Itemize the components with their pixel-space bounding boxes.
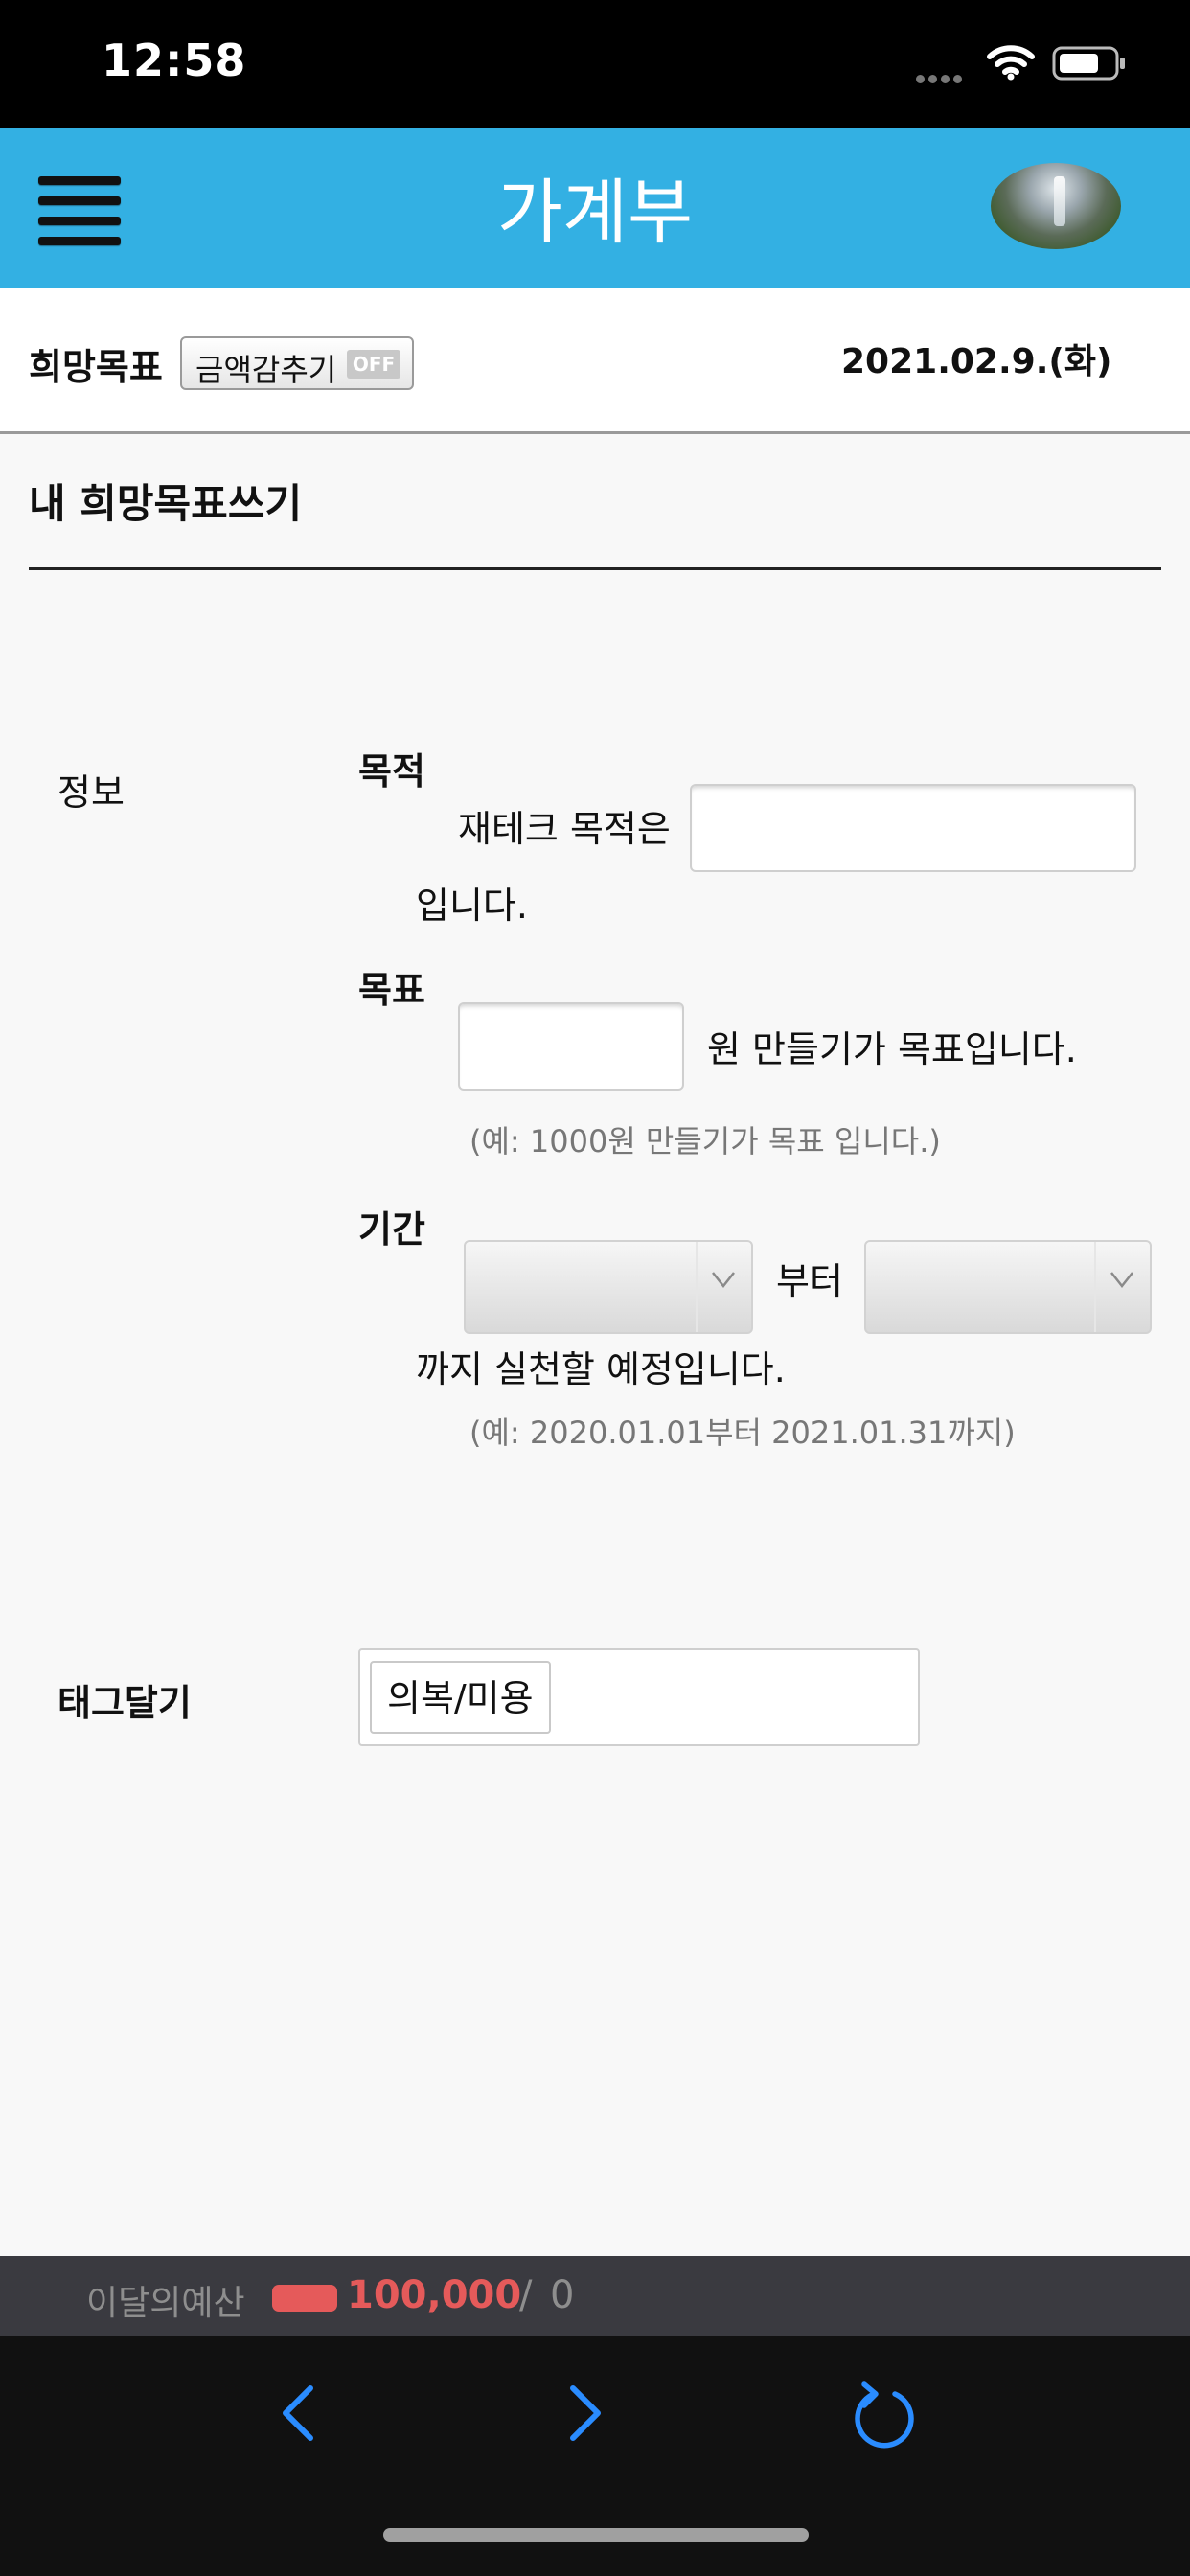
- purpose-label: 목적: [358, 750, 425, 793]
- tag-label: 태그달기: [57, 1682, 192, 1724]
- goal-label: 목표: [358, 969, 425, 1011]
- budget-separator: /: [519, 2273, 533, 2317]
- goal-suffix-text: 원 만들기가 목표입니다.: [707, 1028, 1077, 1070]
- battery-icon: [1052, 46, 1125, 80]
- purpose-prefix-text: 재테크 목적은: [458, 808, 671, 850]
- section-title: 내 희망목표쓰기: [29, 480, 303, 527]
- goal-hint: (예: 1000원 만들기가 목표 입니다.): [469, 1123, 941, 1160]
- toggle-state-badge: OFF: [347, 350, 400, 379]
- section-divider: [29, 567, 1161, 570]
- period-hint: (예: 2020.01.01부터 2021.01.31까지): [469, 1414, 1016, 1451]
- period-suffix-text: 까지 실천할 예정입니다.: [416, 1348, 786, 1391]
- budget-indicator: [272, 2285, 337, 2312]
- period-start-select[interactable]: [464, 1240, 753, 1334]
- budget-amount: 100,000: [347, 2273, 522, 2317]
- purpose-input[interactable]: [690, 784, 1136, 872]
- period-from-text: 부터: [776, 1260, 843, 1302]
- page-label: 희망목표: [29, 346, 163, 388]
- goal-amount-input[interactable]: [458, 1002, 684, 1091]
- period-end-select[interactable]: [864, 1240, 1152, 1334]
- chevron-left-icon[interactable]: [274, 2379, 322, 2448]
- home-indicator: [383, 2528, 809, 2542]
- avatar[interactable]: [991, 163, 1121, 249]
- chevron-down-icon: [712, 1272, 735, 1289]
- info-group-label: 정보: [57, 771, 125, 814]
- hide-amount-label: 금액감추기: [195, 352, 337, 388]
- status-time: 12:58: [102, 34, 247, 86]
- budget-spent: 0: [550, 2273, 575, 2317]
- waterfall-icon: [1054, 176, 1065, 226]
- period-label: 기간: [358, 1208, 425, 1251]
- current-date: 2021.02.9.(화): [841, 342, 1112, 381]
- purpose-suffix-text: 입니다.: [416, 885, 528, 927]
- wifi-icon: [987, 45, 1035, 80]
- reload-icon[interactable]: [851, 2377, 918, 2450]
- chevron-down-icon: [1110, 1272, 1133, 1289]
- cellular-signal-icon: [916, 69, 970, 83]
- chevron-right-icon[interactable]: [561, 2379, 609, 2448]
- tag-chip[interactable]: 의복/미용: [370, 1661, 551, 1734]
- budget-label: 이달의예산: [86, 2284, 245, 2323]
- hide-amount-toggle[interactable]: 금액감추기 OFF: [180, 336, 414, 390]
